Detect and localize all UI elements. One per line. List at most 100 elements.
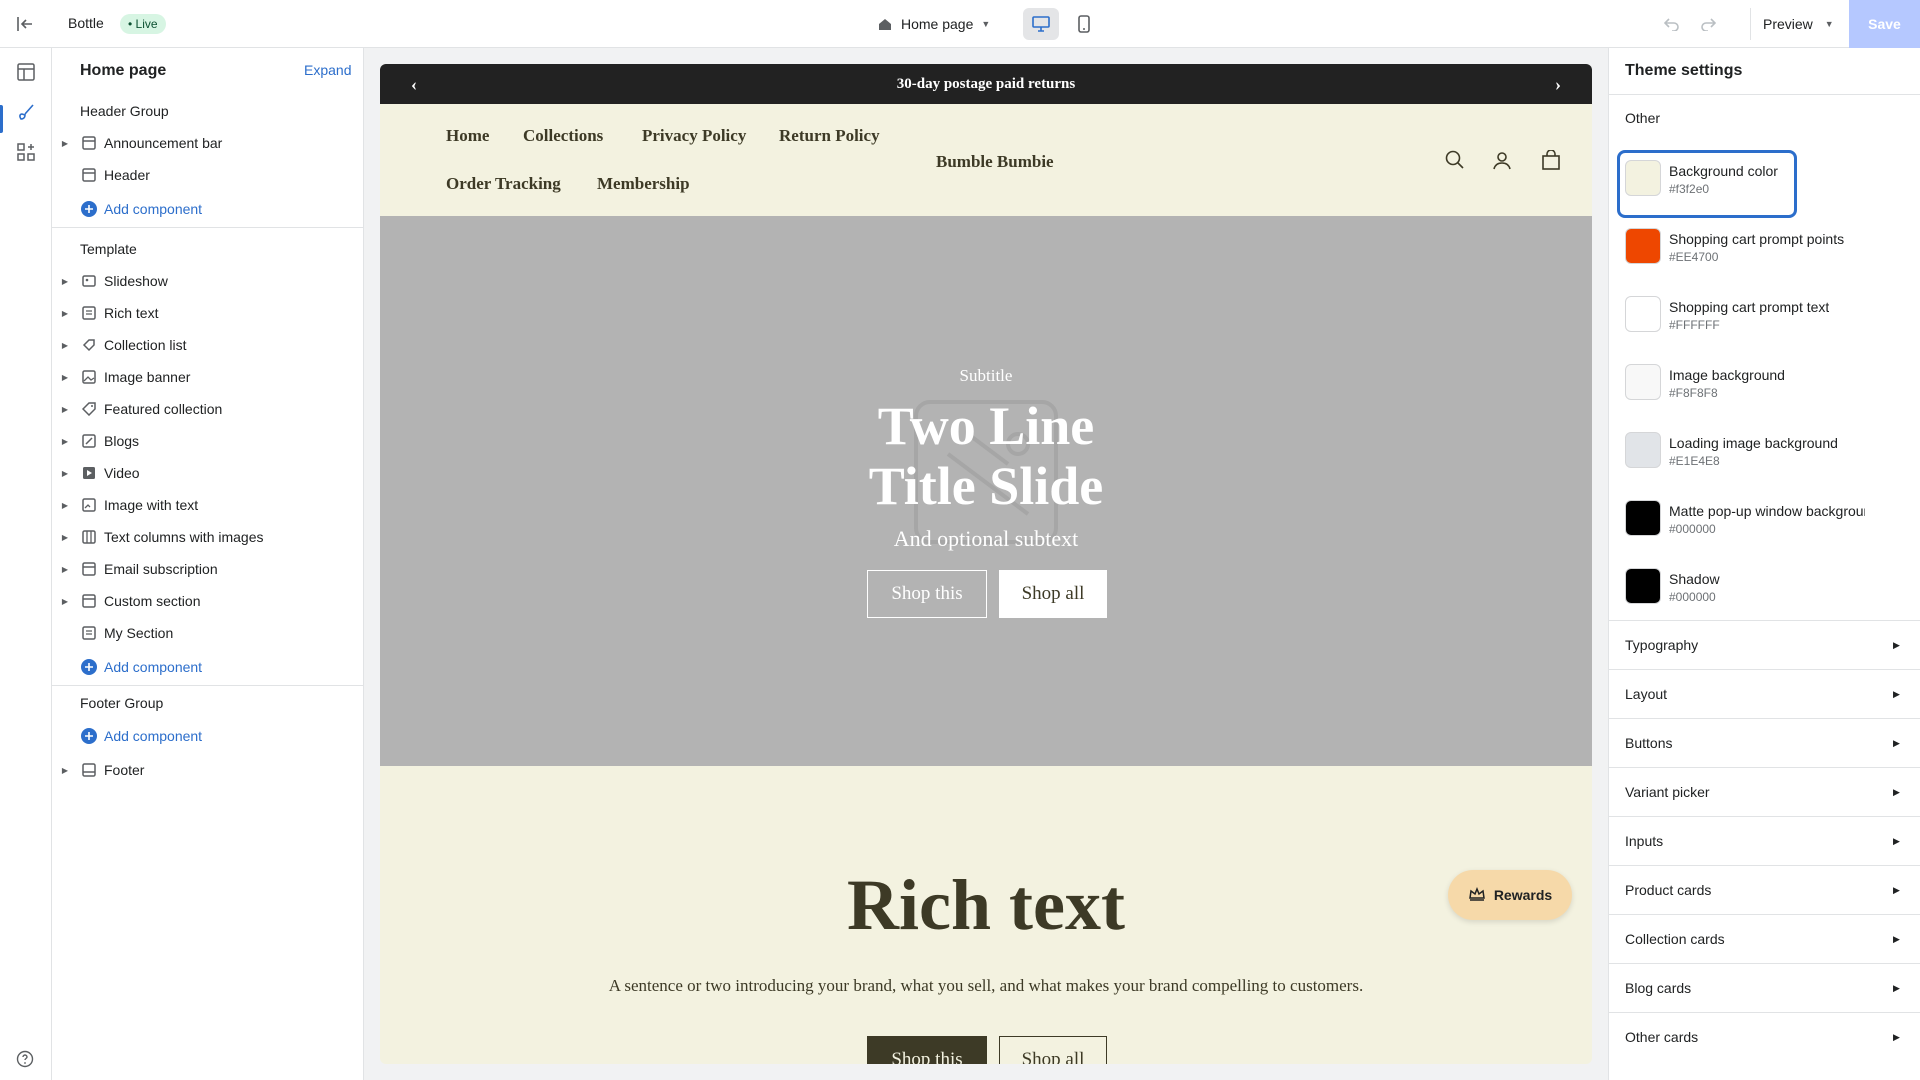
- caret-right-icon[interactable]: ▶: [60, 393, 70, 425]
- save-button[interactable]: Save: [1849, 0, 1920, 48]
- color-setting-shopping-cart-prompt-text[interactable]: Shopping cart prompt text #FFFFFF: [1625, 296, 1905, 348]
- sidebar-item-text-columns-with-images[interactable]: ▶ Text columns with images: [52, 521, 364, 553]
- caret-right-icon[interactable]: ▶: [60, 265, 70, 297]
- color-swatch[interactable]: [1625, 228, 1661, 264]
- accordion-buttons[interactable]: Buttons ▶: [1609, 718, 1920, 767]
- accordion-product-cards[interactable]: Product cards ▶: [1609, 865, 1920, 914]
- sidebar-item-featured-collection[interactable]: ▶ Featured collection: [52, 393, 364, 425]
- caret-right-icon[interactable]: ▶: [60, 457, 70, 489]
- caret-right-icon[interactable]: ▶: [60, 553, 70, 585]
- color-setting-background-color[interactable]: Background color #f3f2e0: [1617, 150, 1905, 218]
- color-setting-name: Shadow: [1669, 571, 1720, 587]
- sidebar-item-header[interactable]: Header: [52, 159, 364, 191]
- blog-icon: [80, 432, 98, 450]
- chevron-left-icon[interactable]: ‹: [404, 74, 424, 94]
- accordion-variant-picker[interactable]: Variant picker ▶: [1609, 767, 1920, 816]
- mobile-view-button[interactable]: [1066, 8, 1102, 40]
- sidebar-item-announcement-bar[interactable]: ▶ Announcement bar: [52, 127, 364, 159]
- color-setting-matte-pop-up-window-background[interactable]: Matte pop-up window background #000000: [1625, 500, 1905, 552]
- slideshow-section[interactable]: Subtitle Two Line Title Slide And option…: [380, 216, 1592, 766]
- left-rail: [0, 48, 52, 1080]
- sidebar-item-label: Blogs: [104, 433, 140, 449]
- add-component-header-button[interactable]: Add component: [52, 193, 364, 225]
- apps-button[interactable]: [10, 136, 42, 168]
- sidebar-item-video[interactable]: ▶ Video: [52, 457, 364, 489]
- caret-right-icon[interactable]: ▶: [60, 585, 70, 617]
- caret-right-icon: ▶: [1893, 835, 1900, 846]
- sidebar-item-image-banner[interactable]: ▶ Image banner: [52, 361, 364, 393]
- color-setting-hex: #F8F8F8: [1669, 386, 1718, 400]
- hero-subtext: And optional subtext: [893, 526, 1079, 551]
- sections-button[interactable]: [10, 56, 42, 88]
- caret-right-icon[interactable]: ▶: [60, 754, 70, 786]
- color-swatch[interactable]: [1625, 432, 1661, 468]
- nav-link-membership[interactable]: Membership: [597, 174, 690, 194]
- add-component-footer-button[interactable]: Add component: [52, 720, 364, 752]
- help-button[interactable]: [14, 1048, 36, 1070]
- cart-icon[interactable]: [1539, 148, 1563, 172]
- sidebar-item-email-subscription[interactable]: ▶ Email subscription: [52, 553, 364, 585]
- announcement-bar[interactable]: ‹ 30-day postage paid returns ›: [380, 64, 1592, 104]
- color-swatch[interactable]: [1625, 500, 1661, 536]
- sidebar-item-blogs[interactable]: ▶ Blogs: [52, 425, 364, 457]
- accordion-inputs[interactable]: Inputs ▶: [1609, 816, 1920, 865]
- store-brand[interactable]: Bumble Bumbie: [936, 152, 1054, 172]
- nav-link-privacy-policy[interactable]: Privacy Policy: [642, 126, 746, 146]
- accordion-blog-cards[interactable]: Blog cards ▶: [1609, 963, 1920, 1012]
- theme-settings-button[interactable]: [10, 96, 42, 128]
- caret-right-icon[interactable]: ▶: [60, 127, 70, 159]
- color-setting-name: Loading image background: [1669, 435, 1838, 451]
- accordion-other-cards[interactable]: Other cards ▶: [1609, 1012, 1920, 1061]
- hero-shop-this-button[interactable]: Shop this: [867, 570, 987, 618]
- sidebar-item-custom-section[interactable]: ▶ Custom section: [52, 585, 364, 617]
- color-setting-shadow[interactable]: Shadow #000000: [1625, 568, 1905, 620]
- accordion-layout[interactable]: Layout ▶: [1609, 669, 1920, 718]
- color-swatch[interactable]: [1625, 568, 1661, 604]
- undo-button[interactable]: [1660, 12, 1684, 36]
- preview-button[interactable]: Preview ▼: [1750, 8, 1846, 40]
- sidebar-item-footer[interactable]: ▶ Footer: [52, 754, 364, 786]
- color-swatch[interactable]: [1625, 364, 1661, 400]
- rich-text-body: A sentence or two introducing your brand…: [608, 976, 1364, 995]
- add-component-template-button[interactable]: Add component: [52, 651, 364, 683]
- caret-right-icon[interactable]: ▶: [60, 425, 70, 457]
- exit-editor-button[interactable]: [12, 12, 38, 36]
- storefront-preview[interactable]: ‹ 30-day postage paid returns › Home Col…: [380, 64, 1592, 1064]
- desktop-view-button[interactable]: [1023, 8, 1059, 40]
- sidebar-item-slideshow[interactable]: ▶ Slideshow: [52, 265, 364, 297]
- color-setting-image-background[interactable]: Image background #F8F8F8: [1625, 364, 1905, 416]
- caret-right-icon[interactable]: ▶: [60, 297, 70, 329]
- chevron-right-icon[interactable]: ›: [1548, 74, 1568, 94]
- caret-right-icon[interactable]: ▶: [60, 489, 70, 521]
- sidebar-item-my-section[interactable]: My Section: [52, 617, 364, 649]
- caret-right-icon[interactable]: ▶: [60, 521, 70, 553]
- color-setting-shopping-cart-prompt-points[interactable]: Shopping cart prompt points #EE4700: [1625, 228, 1905, 280]
- rich-shop-all-button[interactable]: Shop all: [999, 1036, 1107, 1064]
- color-swatch[interactable]: [1625, 296, 1661, 332]
- accordion-typography[interactable]: Typography ▶: [1609, 620, 1920, 669]
- theme-settings-panel: Theme settings Other Background color #f3…: [1608, 48, 1920, 1080]
- rewards-button[interactable]: Rewards: [1448, 870, 1572, 920]
- redo-button[interactable]: [1696, 12, 1720, 36]
- accordion-label: Collection cards: [1625, 931, 1725, 947]
- caret-right-icon[interactable]: ▶: [60, 329, 70, 361]
- search-icon[interactable]: [1443, 148, 1467, 172]
- page-picker-dropdown[interactable]: Home page ▼: [877, 12, 990, 36]
- rich-shop-this-button[interactable]: Shop this: [867, 1036, 987, 1064]
- color-swatch[interactable]: [1625, 160, 1661, 196]
- hero-shop-all-button[interactable]: Shop all: [999, 570, 1107, 618]
- color-setting-loading-image-background[interactable]: Loading image background #E1E4E8: [1625, 432, 1905, 484]
- nav-link-collections[interactable]: Collections: [523, 126, 603, 146]
- account-icon[interactable]: [1490, 148, 1514, 172]
- expand-link[interactable]: Expand: [304, 62, 351, 78]
- accordion-collection-cards[interactable]: Collection cards ▶: [1609, 914, 1920, 963]
- sidebar-item-collection-list[interactable]: ▶ Collection list: [52, 329, 364, 361]
- sidebar-item-image-with-text[interactable]: ▶ Image with text: [52, 489, 364, 521]
- nav-link-return-policy[interactable]: Return Policy: [779, 126, 880, 146]
- color-setting-name: Shopping cart prompt text: [1669, 299, 1830, 315]
- nav-link-home[interactable]: Home: [446, 126, 489, 146]
- sidebar-item-rich-text[interactable]: ▶ Rich text: [52, 297, 364, 329]
- nav-link-order-tracking[interactable]: Order Tracking: [446, 174, 561, 194]
- caret-right-icon[interactable]: ▶: [60, 361, 70, 393]
- help-icon: [16, 1050, 34, 1068]
